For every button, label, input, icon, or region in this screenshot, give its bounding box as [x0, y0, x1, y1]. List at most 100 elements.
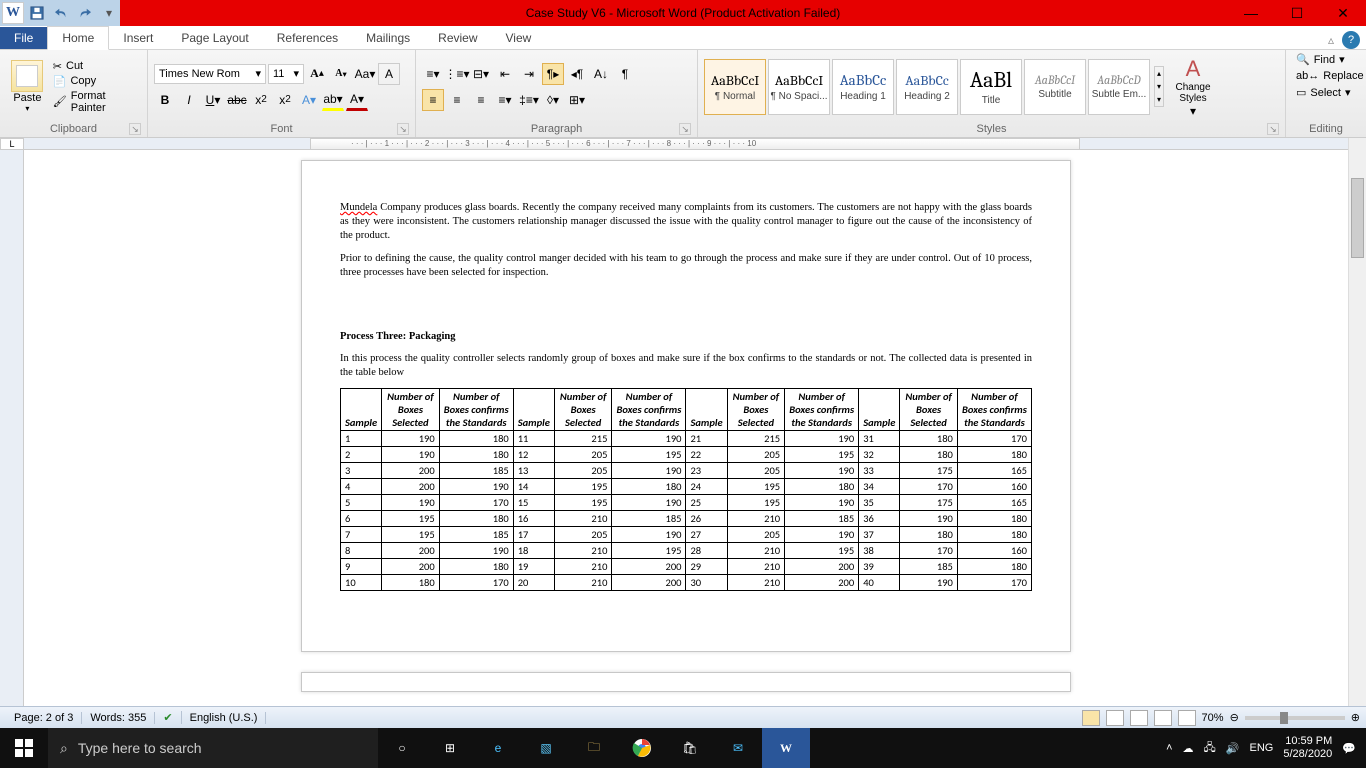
tab-file[interactable]: File — [0, 27, 47, 49]
task-view-icon[interactable]: ⊞ — [426, 728, 474, 768]
draft-view-icon[interactable] — [1178, 710, 1196, 726]
cut-button[interactable]: ✂ Cut — [53, 60, 141, 73]
zoom-slider[interactable] — [1245, 716, 1345, 720]
language-status[interactable]: English (U.S.) — [182, 712, 267, 724]
network-icon[interactable]: 🖧 — [1204, 739, 1216, 758]
underline-button[interactable]: U▾ — [202, 89, 224, 111]
tray-language[interactable]: ENG — [1250, 742, 1274, 754]
shrink-font-icon[interactable]: A▾ — [330, 63, 352, 85]
strike-button[interactable]: abc — [226, 89, 248, 111]
show-marks-icon[interactable]: ¶ — [614, 63, 636, 85]
text-effects-icon[interactable]: A▾ — [298, 89, 320, 111]
tray-clock[interactable]: 10:59 PM5/28/2020 — [1283, 735, 1332, 761]
sort-icon[interactable]: A↓ — [590, 63, 612, 85]
horizontal-ruler[interactable]: · · · | · · · 1 · · · | · · · 2 · · · | … — [24, 138, 1348, 150]
redo-icon[interactable] — [74, 2, 96, 24]
paragraph-dialog-icon[interactable]: ↘ — [679, 123, 691, 135]
borders-icon[interactable]: ⊞▾ — [566, 89, 588, 111]
select-button[interactable]: ▭ Select ▾ — [1292, 85, 1360, 100]
clear-format-icon[interactable]: A — [378, 63, 400, 85]
start-button[interactable] — [0, 728, 48, 768]
style--Normal[interactable]: AaBbCcI¶ Normal — [704, 59, 766, 115]
bullets-icon[interactable]: ≡▾ — [422, 63, 444, 85]
save-icon[interactable] — [26, 2, 48, 24]
tab-references[interactable]: References — [263, 27, 352, 49]
style-Subtle-Em-[interactable]: AaBbCcDSubtle Em... — [1088, 59, 1150, 115]
page-status[interactable]: Page: 2 of 3 — [6, 712, 82, 724]
italic-button[interactable]: I — [178, 89, 200, 111]
format-painter-button[interactable]: 🖌 Format Painter — [53, 90, 141, 114]
style-Title[interactable]: AaBlTitle — [960, 59, 1022, 115]
font-dialog-icon[interactable]: ↘ — [397, 123, 409, 135]
tab-selector-icon[interactable]: L — [0, 138, 24, 150]
onedrive-icon[interactable]: ☁ — [1183, 742, 1194, 755]
grow-font-icon[interactable]: A▴ — [306, 63, 328, 85]
store-icon[interactable]: 🛍 — [666, 728, 714, 768]
styles-gallery[interactable]: AaBbCcI¶ NormalAaBbCcI¶ No Spaci...AaBbC… — [704, 59, 1150, 115]
tray-chevron-icon[interactable]: ˄ — [1166, 742, 1172, 754]
zoom-in-icon[interactable]: ⊕ — [1351, 711, 1360, 724]
full-screen-view-icon[interactable] — [1106, 710, 1124, 726]
word-count[interactable]: Words: 355 — [82, 712, 155, 724]
clipboard-dialog-icon[interactable]: ↘ — [129, 123, 141, 135]
decrease-indent-icon[interactable]: ⇤ — [494, 63, 516, 85]
outline-view-icon[interactable] — [1154, 710, 1172, 726]
tab-view[interactable]: View — [492, 27, 546, 49]
minimize-ribbon-icon[interactable]: ▵ — [1322, 31, 1340, 49]
font-size-select[interactable]: 11 ▾ — [268, 64, 304, 84]
tab-insert[interactable]: Insert — [109, 27, 167, 49]
style-Heading-1[interactable]: AaBbCcHeading 1 — [832, 59, 894, 115]
styles-more-icon[interactable]: ▾ — [1155, 93, 1163, 106]
superscript-button[interactable]: x2 — [274, 89, 296, 111]
font-name-select[interactable]: Times New Rom ▾ — [154, 64, 266, 84]
tab-page-layout[interactable]: Page Layout — [167, 27, 262, 49]
rtl-icon[interactable]: ◂¶ — [566, 63, 588, 85]
minimize-button[interactable]: — — [1228, 0, 1274, 26]
subscript-button[interactable]: x2 — [250, 89, 272, 111]
qat-dropdown-icon[interactable]: ▾ — [98, 2, 120, 24]
numbering-icon[interactable]: ⋮≡▾ — [446, 63, 468, 85]
ltr-icon[interactable]: ¶▸ — [542, 63, 564, 85]
shading-icon[interactable]: ◊▾ — [542, 89, 564, 111]
change-case-icon[interactable]: Aa▾ — [354, 63, 376, 85]
font-color-icon[interactable]: A▾ — [346, 89, 368, 111]
style-Subtitle[interactable]: AaBbCcISubtitle — [1024, 59, 1086, 115]
help-icon[interactable]: ? — [1342, 31, 1360, 49]
increase-indent-icon[interactable]: ⇥ — [518, 63, 540, 85]
close-button[interactable]: ✕ — [1320, 0, 1366, 26]
tab-review[interactable]: Review — [424, 27, 491, 49]
word-taskbar-icon[interactable]: W — [762, 728, 810, 768]
notifications-icon[interactable]: 💬 — [1342, 742, 1356, 755]
photos-icon[interactable]: ▧ — [522, 728, 570, 768]
styles-scroll-down-icon[interactable]: ▾ — [1155, 80, 1163, 93]
align-left-icon[interactable]: ≡ — [422, 89, 444, 111]
change-styles-button[interactable]: A Change Styles▾ — [1168, 56, 1218, 118]
bold-button[interactable]: B — [154, 89, 176, 111]
web-layout-view-icon[interactable] — [1130, 710, 1148, 726]
replace-button[interactable]: ab↔ Replace — [1292, 69, 1360, 83]
maximize-button[interactable]: ☐ — [1274, 0, 1320, 26]
multilevel-icon[interactable]: ⊟▾ — [470, 63, 492, 85]
highlight-icon[interactable]: ab▾ — [322, 89, 344, 111]
edge-icon[interactable]: e — [474, 728, 522, 768]
document-viewport[interactable]: Mundela Company produces glass boards. R… — [24, 150, 1348, 723]
justify-icon[interactable]: ≡▾ — [494, 89, 516, 111]
mail-icon[interactable]: ✉ — [714, 728, 762, 768]
style-Heading-2[interactable]: AaBbCcHeading 2 — [896, 59, 958, 115]
proofing-icon[interactable]: ✔ — [155, 711, 181, 724]
align-center-icon[interactable]: ≡ — [446, 89, 468, 111]
line-spacing-icon[interactable]: ‡≡▾ — [518, 89, 540, 111]
zoom-level[interactable]: 70% — [1202, 712, 1224, 724]
zoom-out-icon[interactable]: ⊖ — [1230, 711, 1239, 724]
chrome-icon[interactable] — [618, 728, 666, 768]
style--No-Spaci-[interactable]: AaBbCcI¶ No Spaci... — [768, 59, 830, 115]
copy-button[interactable]: 📄 Copy — [53, 75, 141, 88]
find-button[interactable]: 🔍 Find ▾ — [1292, 52, 1360, 67]
styles-scroll-up-icon[interactable]: ▴ — [1155, 67, 1163, 80]
word-icon[interactable]: W — [2, 2, 24, 24]
align-right-icon[interactable]: ≡ — [470, 89, 492, 111]
vertical-ruler[interactable]: L — [0, 150, 24, 723]
print-layout-view-icon[interactable] — [1082, 710, 1100, 726]
volume-icon[interactable]: 🔊 — [1226, 742, 1240, 755]
tab-home[interactable]: Home — [47, 26, 109, 50]
